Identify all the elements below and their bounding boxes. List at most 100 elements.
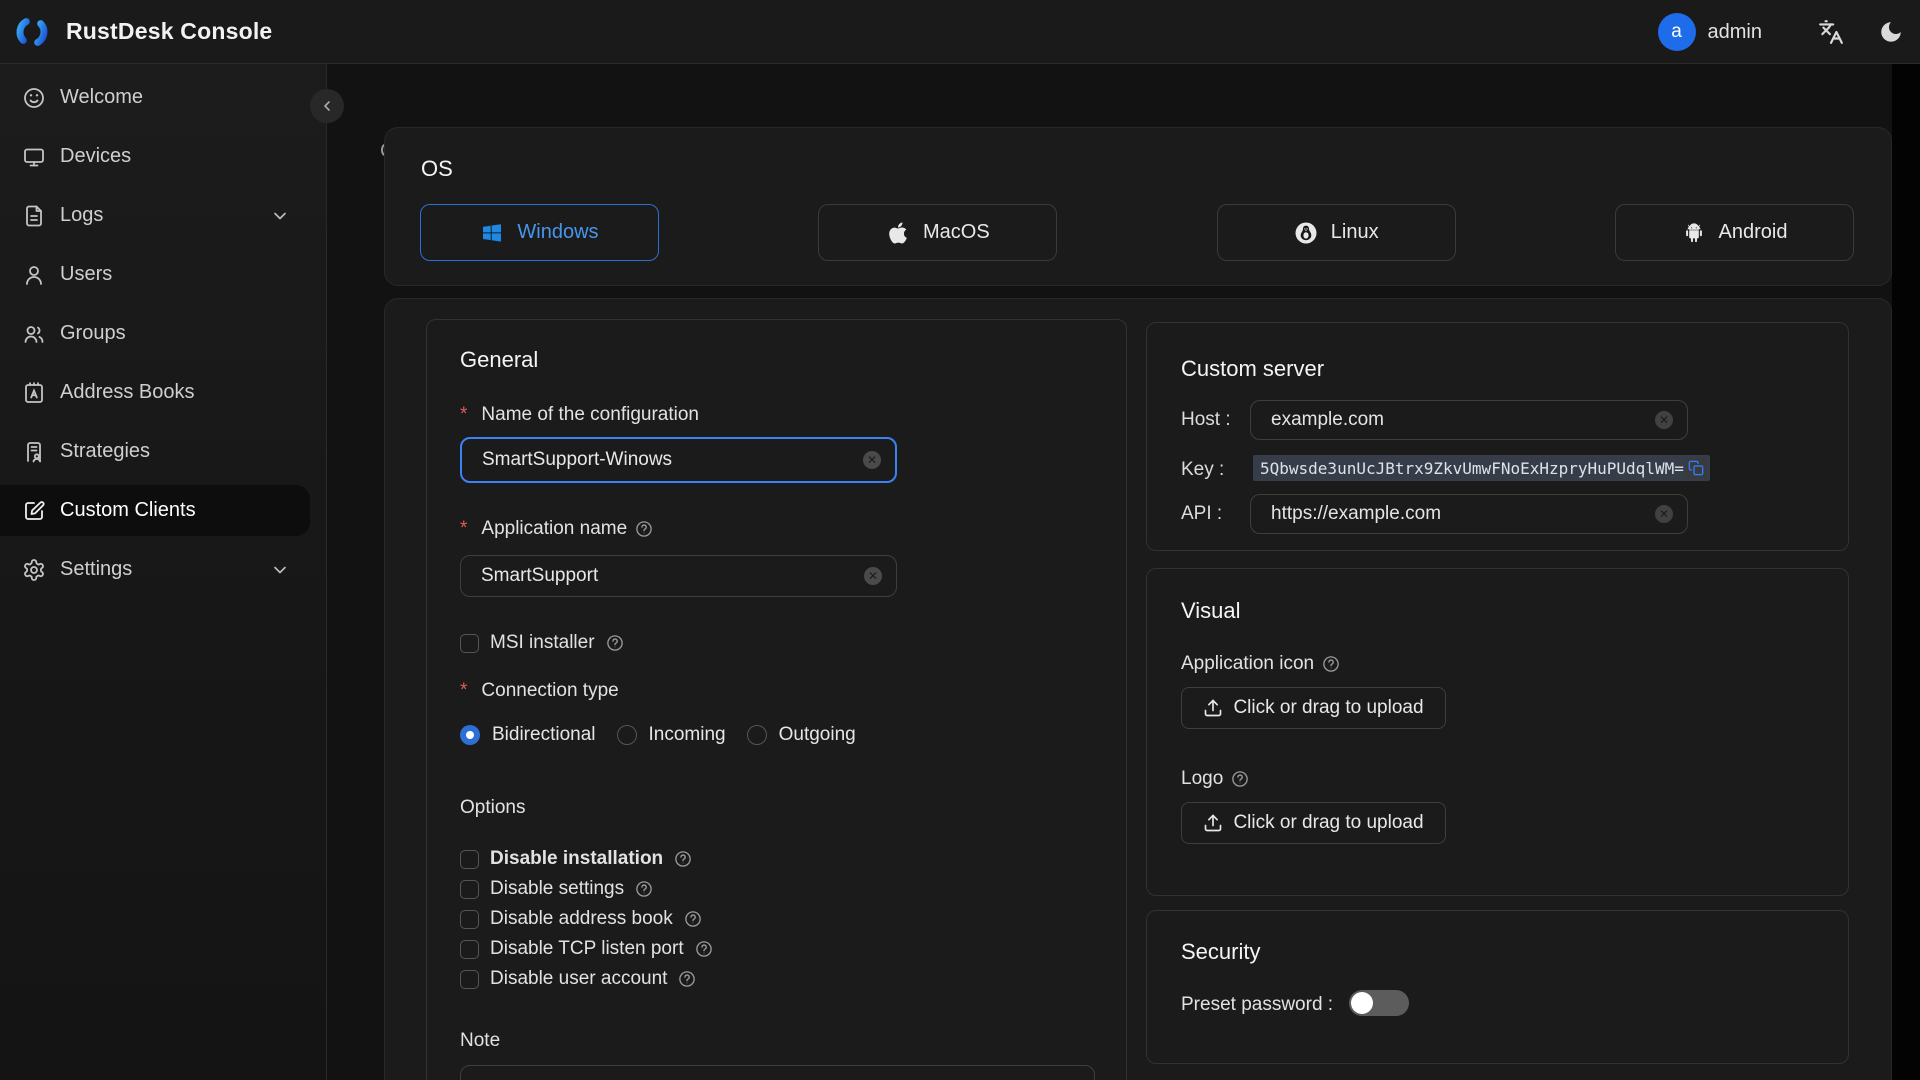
question-icon[interactable]: [1231, 770, 1249, 788]
custom-server-title: Custom server: [1181, 356, 1325, 381]
sidebar-item-address-books[interactable]: Address Books: [0, 367, 326, 418]
option-label: Disable user account: [490, 968, 668, 989]
connection-type-options: Bidirectional Incoming Outgoing: [460, 724, 856, 746]
username[interactable]: admin: [1708, 21, 1762, 44]
general-title: General: [460, 347, 539, 372]
config-name-value: SmartSupport-Winows: [482, 449, 673, 470]
disable-user-account-checkbox[interactable]: [460, 969, 479, 989]
chevron-down-icon: [274, 566, 286, 573]
app-name-label: Application name: [460, 518, 653, 540]
clear-icon[interactable]: ✕: [863, 451, 881, 469]
sidebar: Welcome Devices Logs Users Groups Addres…: [0, 64, 327, 1080]
sidebar-item-welcome[interactable]: Welcome: [0, 72, 326, 123]
visual-card: Visual Application icon Click or drag to…: [1146, 568, 1849, 896]
os-button-linux[interactable]: Linux: [1216, 204, 1456, 261]
monitor-icon: [24, 148, 44, 166]
sidebar-item-label: Settings: [60, 558, 133, 580]
moon-icon[interactable]: [1878, 19, 1904, 45]
api-value: https://example.com: [1271, 503, 1442, 524]
sidebar-item-label: Users: [60, 263, 113, 285]
sidebar-item-users[interactable]: Users: [0, 249, 326, 300]
option-row-disable-installation: Disable installation: [460, 848, 692, 870]
msi-installer-checkbox[interactable]: [460, 633, 479, 653]
key-field[interactable]: 5Qbwsde3unUcJBtrx9ZkvUmwFNoExHzpryHuPUdq…: [1253, 455, 1710, 481]
square-pen-icon: [25, 500, 45, 520]
rustdesk-console-app: RustDesk Console a admin Welcome Devices…: [0, 0, 1920, 1080]
sidebar-item-strategies[interactable]: Strategies: [0, 426, 326, 477]
sidebar-collapse-button[interactable]: [310, 89, 344, 123]
host-label: Host :: [1181, 409, 1231, 430]
question-icon[interactable]: [678, 970, 696, 988]
api-input[interactable]: https://example.com ✕: [1250, 494, 1688, 534]
sidebar-item-groups[interactable]: Groups: [0, 308, 326, 359]
sidebar-item-label: Address Books: [60, 381, 195, 403]
radio-bidirectional[interactable]: [460, 725, 480, 745]
os-button-label: Linux: [1330, 221, 1379, 243]
option-row-disable-address-book: Disable address book: [460, 908, 702, 930]
disable-installation-checkbox[interactable]: [460, 849, 479, 869]
logo-upload-button[interactable]: Click or drag to upload: [1181, 802, 1446, 844]
app-icon-upload-button[interactable]: Click or drag to upload: [1181, 687, 1446, 729]
option-row-disable-user-account: Disable user account: [460, 968, 696, 990]
clear-icon[interactable]: ✕: [864, 567, 882, 585]
os-section-title: OS: [421, 156, 453, 181]
option-label: Disable settings: [490, 878, 625, 899]
app-title: RustDesk Console: [66, 18, 273, 44]
radio-label: Incoming: [648, 724, 726, 745]
question-icon[interactable]: [635, 520, 653, 538]
sidebar-item-label: Strategies: [60, 440, 151, 462]
question-icon[interactable]: [674, 850, 692, 868]
clear-icon[interactable]: ✕: [1655, 505, 1673, 523]
gear-icon: [24, 558, 44, 581]
radio-label: Outgoing: [778, 724, 856, 745]
question-icon[interactable]: [695, 940, 713, 958]
linux-icon: [1295, 222, 1317, 243]
security-card: Security Preset password :: [1146, 910, 1849, 1064]
chevron-left-icon: [324, 101, 330, 111]
sidebar-item-logs[interactable]: Logs: [0, 190, 326, 241]
option-row-disable-tcp-listen-port: Disable TCP listen port: [460, 938, 713, 960]
main-content: Custom Clients / Create OS Windows: [327, 64, 1920, 1080]
sidebar-item-custom-clients[interactable]: Custom Clients: [0, 485, 310, 536]
disable-tcp-listen-port-checkbox[interactable]: [460, 939, 479, 959]
radio-outgoing[interactable]: [746, 725, 767, 745]
option-label: Disable TCP listen port: [490, 938, 684, 959]
disable-settings-checkbox[interactable]: [460, 879, 479, 899]
os-card: OS Windows MacOS Linux Android: [384, 127, 1892, 286]
translate-icon[interactable]: [1818, 19, 1844, 45]
preset-password-toggle[interactable]: [1349, 990, 1409, 1016]
configuration-card: General Name of the configuration SmartS…: [384, 298, 1892, 1080]
radio-incoming[interactable]: [616, 725, 637, 745]
question-icon[interactable]: [606, 634, 624, 652]
avatar[interactable]: a: [1657, 13, 1696, 51]
app-name-input[interactable]: SmartSupport ✕: [460, 555, 897, 597]
sidebar-item-label: Logs: [60, 204, 104, 226]
radio-label: Bidirectional: [492, 724, 596, 745]
header-right: a admin: [1657, 0, 1904, 64]
os-button-macos[interactable]: MacOS: [818, 204, 1058, 261]
question-icon[interactable]: [684, 910, 702, 928]
disable-address-book-checkbox[interactable]: [460, 909, 479, 929]
user-icon: [26, 265, 42, 285]
note-textarea[interactable]: [460, 1065, 1095, 1080]
upload-icon: [1205, 699, 1222, 717]
app-header: RustDesk Console a admin: [0, 0, 1920, 64]
os-button-windows[interactable]: Windows: [420, 204, 659, 261]
clear-icon[interactable]: ✕: [1655, 411, 1673, 429]
security-title: Security: [1181, 939, 1261, 964]
question-icon[interactable]: [635, 880, 653, 898]
key-label: Key :: [1181, 459, 1225, 480]
question-icon[interactable]: [1322, 655, 1340, 673]
note-label: Note: [460, 1030, 501, 1051]
config-name-input[interactable]: SmartSupport-Winows ✕: [460, 437, 897, 483]
copy-icon[interactable]: [1686, 458, 1706, 478]
upload-button-label: Click or drag to upload: [1233, 812, 1424, 833]
smile-icon: [24, 87, 44, 108]
os-button-android[interactable]: Android: [1614, 204, 1854, 261]
msi-installer-label: MSI installer: [490, 632, 595, 653]
sidebar-item-settings[interactable]: Settings: [0, 544, 326, 595]
host-input[interactable]: example.com ✕: [1250, 400, 1688, 440]
os-button-label: Android: [1718, 221, 1788, 243]
host-value: example.com: [1271, 409, 1384, 430]
sidebar-item-devices[interactable]: Devices: [0, 131, 326, 182]
